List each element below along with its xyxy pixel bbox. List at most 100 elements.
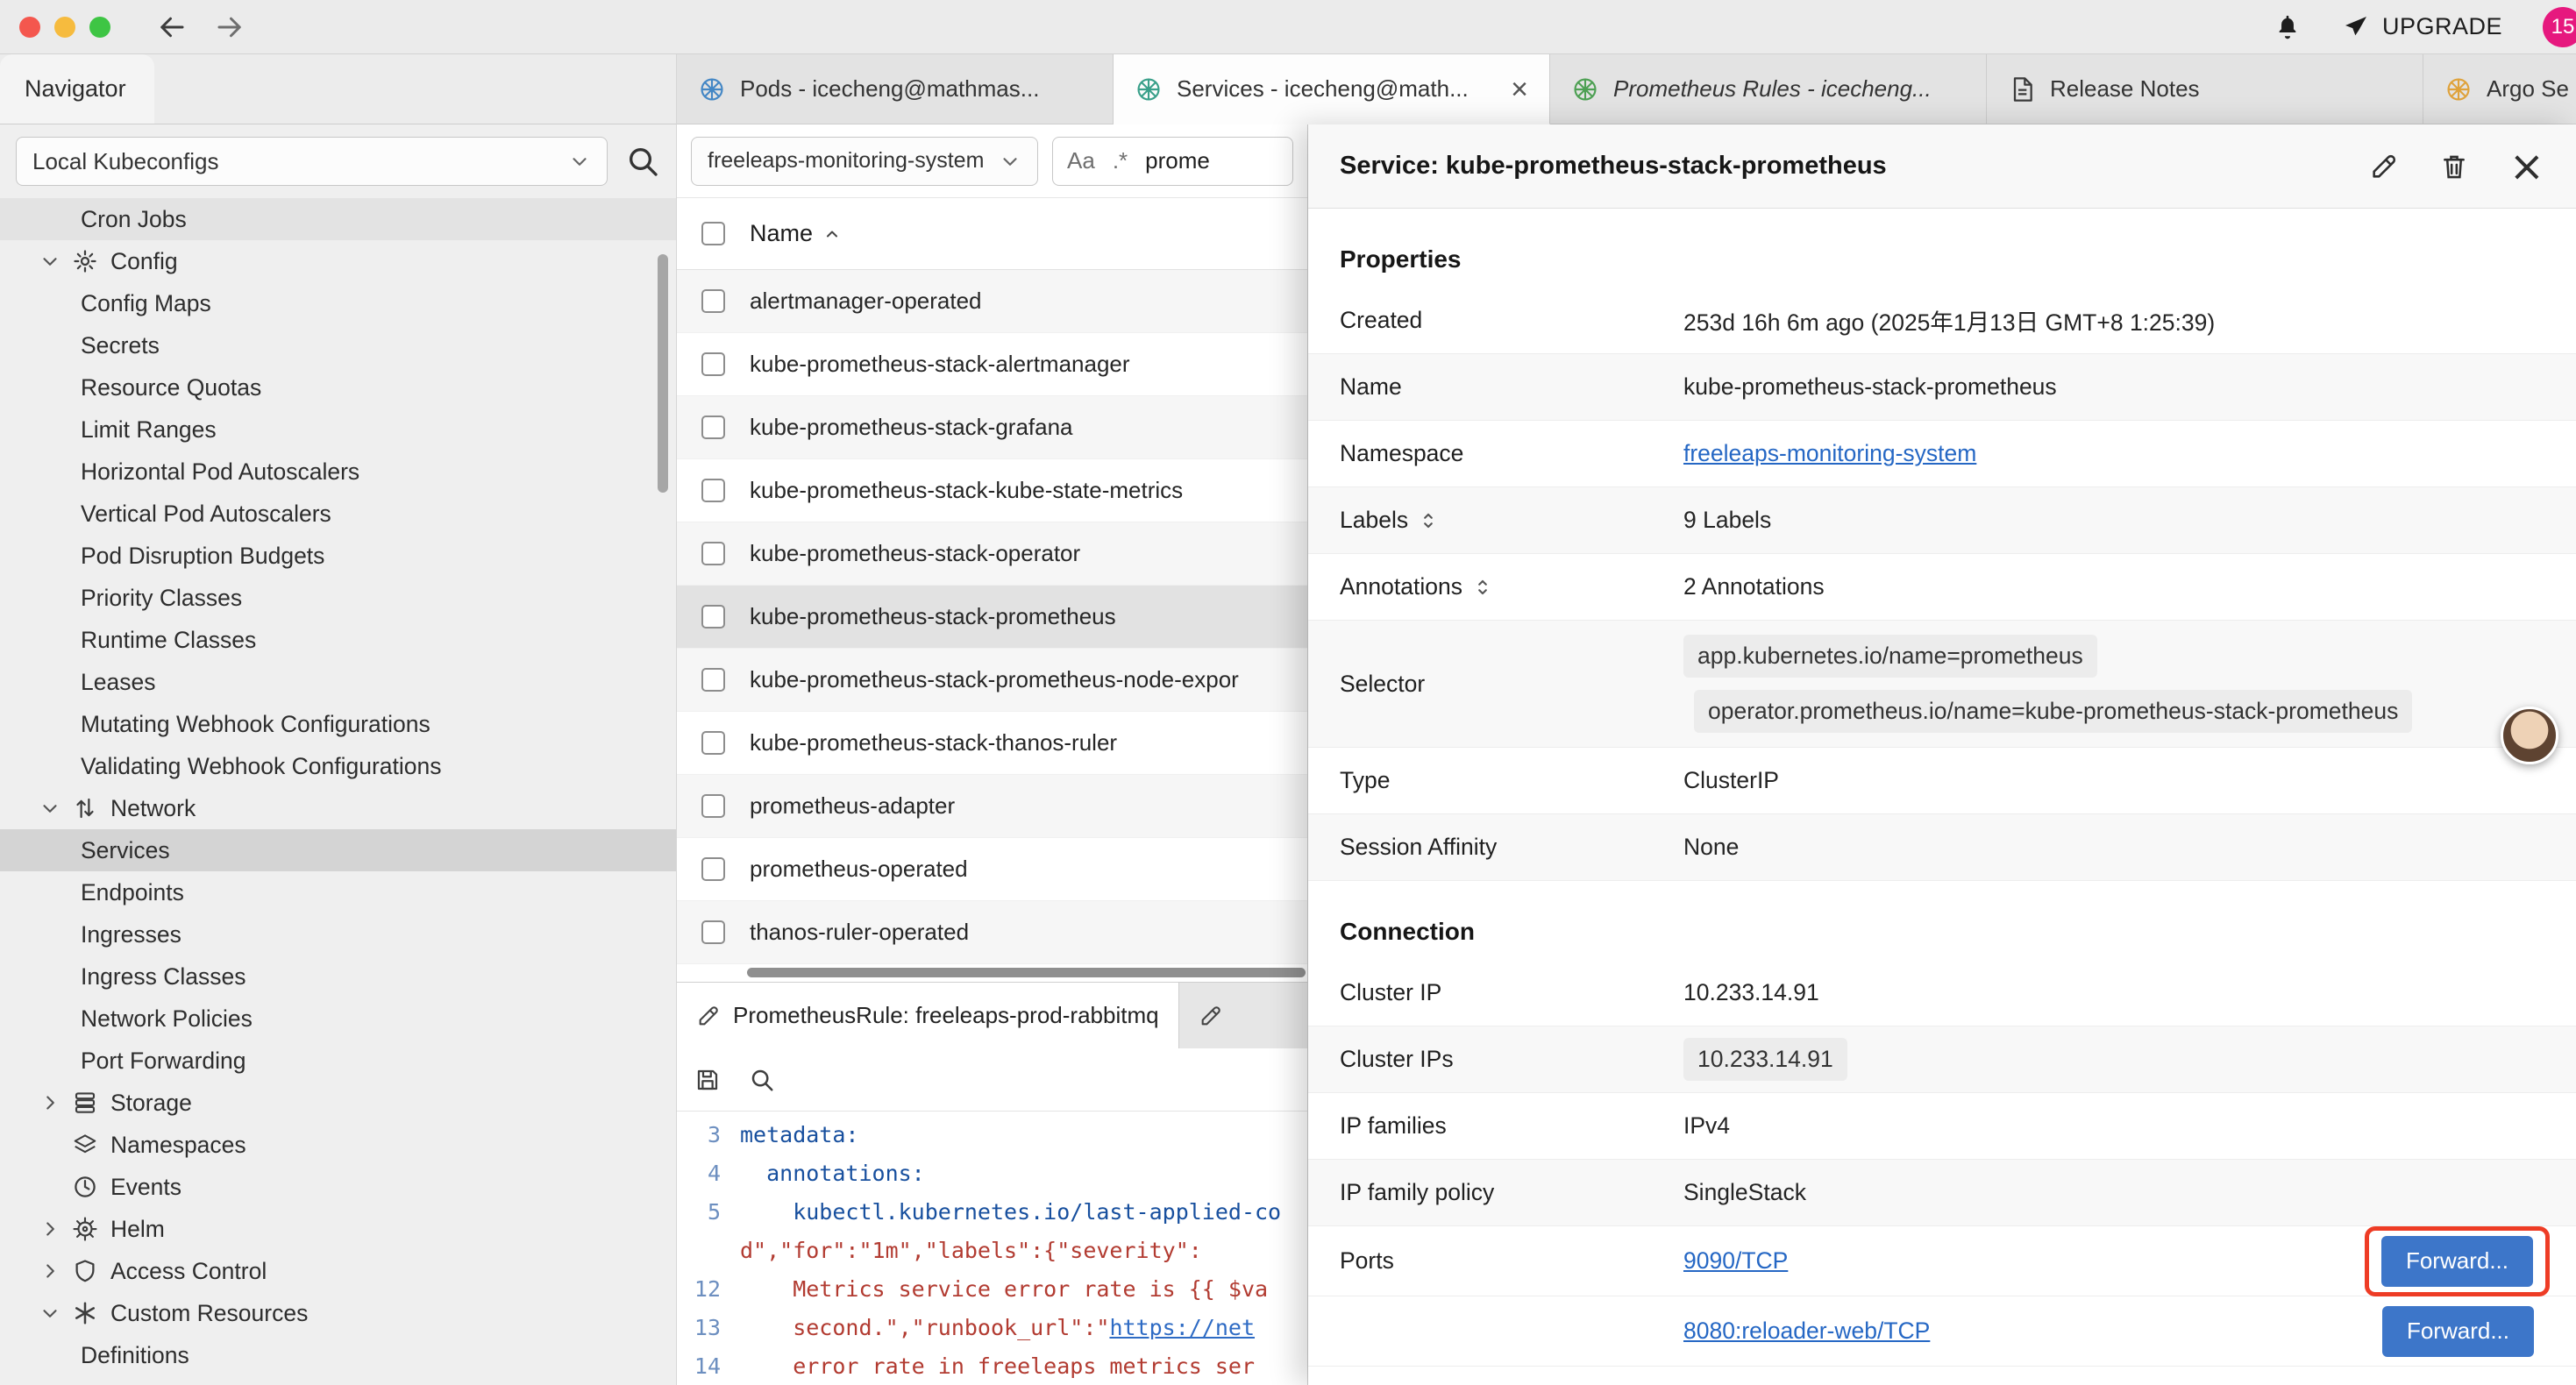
sidebar-item-network-policies[interactable]: Network Policies [0, 998, 676, 1040]
forward-button[interactable]: Forward... [2382, 1306, 2534, 1357]
row-checkbox[interactable] [701, 920, 725, 944]
table-row-alertmanager-operated[interactable]: alertmanager-operated [677, 270, 1307, 333]
forward-button[interactable] [214, 11, 246, 43]
sidebar-item-config[interactable]: Config [0, 240, 676, 282]
sidebar-item-access-control[interactable]: Access Control [0, 1250, 676, 1292]
forward-button[interactable]: Forward... [2381, 1236, 2533, 1287]
search-query-text: prome [1145, 147, 1210, 174]
scrollbar-thumb[interactable] [747, 968, 1306, 977]
delete-button[interactable] [2439, 152, 2469, 181]
sidebar-item-namespaces[interactable]: Namespaces [0, 1124, 676, 1166]
sidebar-item-endpoints[interactable]: Endpoints [0, 871, 676, 913]
port-link[interactable]: 8080:reloader-web/TCP [1683, 1318, 1930, 1345]
sidebar-item-runtime-classes[interactable]: Runtime Classes [0, 619, 676, 661]
sidebar-item-helm[interactable]: Helm [0, 1208, 676, 1250]
zoom-window-button[interactable] [89, 17, 110, 38]
sidebar-item-resource-quotas[interactable]: Resource Quotas [0, 366, 676, 408]
row-checkbox[interactable] [701, 416, 725, 439]
editor-search-button[interactable] [749, 1067, 775, 1093]
regex-toggle[interactable]: .* [1113, 147, 1128, 174]
kubeconfig-select[interactable]: Local Kubeconfigs [16, 137, 608, 186]
match-case-toggle[interactable]: Aa [1067, 147, 1095, 174]
tab-argo-se[interactable]: Argo Se [2423, 54, 2576, 124]
yaml-editor[interactable]: 3metadata:4 annotations:5 kubectl.kubern… [677, 1112, 1307, 1385]
notification-count-badge[interactable]: 15 [2543, 7, 2576, 47]
search-input[interactable]: Aa .* prome [1052, 137, 1293, 186]
back-button[interactable] [156, 11, 188, 43]
upgrade-button[interactable]: UPGRADE [2342, 13, 2502, 41]
select-all-checkbox[interactable] [701, 222, 725, 245]
sidebar-item-ingresses[interactable]: Ingresses [0, 913, 676, 955]
horizontal-scrollbar[interactable] [677, 964, 1307, 982]
tab-prometheus-rules-icecheng[interactable]: Prometheus Rules - icecheng... [1550, 54, 1987, 124]
tab-label: Prometheus Rules - icecheng... [1613, 75, 1965, 103]
sidebar-item-config-maps[interactable]: Config Maps [0, 282, 676, 324]
sidebar-item-validating-webhook-configurations[interactable]: Validating Webhook Configurations [0, 745, 676, 787]
close-window-button[interactable] [19, 17, 40, 38]
property-label: Labels [1340, 507, 1683, 534]
table-row-prometheus-operated[interactable]: prometheus-operated [677, 838, 1307, 901]
table-row-kube-prometheus-stack-kube-state-metrics[interactable]: kube-prometheus-stack-kube-state-metrics [677, 459, 1307, 522]
sidebar-item-limit-ranges[interactable]: Limit Ranges [0, 408, 676, 451]
row-checkbox[interactable] [701, 605, 725, 629]
table-row-kube-prometheus-stack-thanos-ruler[interactable]: kube-prometheus-stack-thanos-ruler [677, 712, 1307, 775]
expand-toggle-icon[interactable] [1417, 509, 1440, 532]
sidebar-item-definitions[interactable]: Definitions [0, 1334, 676, 1376]
row-checkbox[interactable] [701, 289, 725, 313]
sidebar-item-vertical-pod-autoscalers[interactable]: Vertical Pod Autoscalers [0, 493, 676, 535]
sidebar-item-priority-classes[interactable]: Priority Classes [0, 577, 676, 619]
table-row-kube-prometheus-stack-grafana[interactable]: kube-prometheus-stack-grafana [677, 396, 1307, 459]
namespace-link[interactable]: freeleaps-monitoring-system [1683, 440, 1976, 467]
tab-pods-icecheng-mathmas[interactable]: Pods - icecheng@mathmas... [677, 54, 1114, 124]
sidebar-item-storage[interactable]: Storage [0, 1082, 676, 1124]
sidebar-item-secrets[interactable]: Secrets [0, 324, 676, 366]
table-row-kube-prometheus-stack-alertmanager[interactable]: kube-prometheus-stack-alertmanager [677, 333, 1307, 396]
tab-release-notes[interactable]: Release Notes [1987, 54, 2423, 124]
table-row-kube-prometheus-stack-operator[interactable]: kube-prometheus-stack-operator [677, 522, 1307, 586]
tab-services-icecheng-math[interactable]: Services - icecheng@math...× [1114, 54, 1550, 124]
sidebar-item-custom-resources[interactable]: Custom Resources [0, 1292, 676, 1334]
sidebar-item-ingress-classes[interactable]: Ingress Classes [0, 955, 676, 998]
sidebar-item-services[interactable]: Services [0, 829, 676, 871]
sort-ascending-icon[interactable] [822, 224, 843, 245]
sidebar-item-cron-jobs[interactable]: Cron Jobs [0, 198, 676, 240]
table-row-kube-prometheus-stack-prometheus-node-expor[interactable]: kube-prometheus-stack-prometheus-node-ex… [677, 649, 1307, 712]
namespace-select[interactable]: freeleaps-monitoring-system [691, 137, 1038, 186]
drawer-close-button[interactable]: × [2509, 146, 2544, 188]
row-checkbox[interactable] [701, 668, 725, 692]
minimize-window-button[interactable] [54, 17, 75, 38]
row-checkbox[interactable] [701, 794, 725, 818]
property-value: app.kubernetes.io/name=prometheusoperato… [1683, 621, 2534, 747]
row-checkbox[interactable] [701, 731, 725, 755]
notifications-bell-icon[interactable] [2274, 13, 2302, 41]
dock-tab-next[interactable] [1179, 983, 1307, 1048]
save-button[interactable] [694, 1067, 721, 1093]
sidebar-scrollbar[interactable] [658, 254, 668, 493]
expand-toggle-icon[interactable] [1471, 576, 1494, 599]
sidebar-item-mutating-webhook-configurations[interactable]: Mutating Webhook Configurations [0, 703, 676, 745]
user-avatar[interactable] [2501, 707, 2558, 764]
port-link[interactable]: 9090/TCP [1683, 1247, 1788, 1275]
service-name: kube-prometheus-stack-prometheus-node-ex… [750, 666, 1239, 693]
table-row-thanos-ruler-operated[interactable]: thanos-ruler-operated [677, 901, 1307, 964]
row-checkbox[interactable] [701, 352, 725, 376]
sidebar-item-port-forwarding[interactable]: Port Forwarding [0, 1040, 676, 1082]
table-row-kube-prometheus-stack-prometheus[interactable]: kube-prometheus-stack-prometheus [677, 586, 1307, 649]
document-icon [2008, 75, 2036, 103]
name-column-header[interactable]: Name [750, 220, 813, 247]
close-tab-icon[interactable]: × [1511, 75, 1528, 104]
sidebar-item-horizontal-pod-autoscalers[interactable]: Horizontal Pod Autoscalers [0, 451, 676, 493]
row-checkbox[interactable] [701, 479, 725, 502]
sidebar-item-network[interactable]: Network [0, 787, 676, 829]
row-checkbox[interactable] [701, 857, 725, 881]
code-token: kubectl.kubernetes.io/last-applied-co [740, 1199, 1281, 1225]
sidebar-item-events[interactable]: Events [0, 1166, 676, 1208]
sidebar-item-leases[interactable]: Leases [0, 661, 676, 703]
edit-button[interactable] [2369, 152, 2399, 181]
navigator-tab[interactable]: Navigator [0, 54, 154, 124]
sidebar-item-pod-disruption-budgets[interactable]: Pod Disruption Budgets [0, 535, 676, 577]
row-checkbox[interactable] [701, 542, 725, 565]
sidebar-search-icon[interactable] [625, 144, 660, 179]
table-row-prometheus-adapter[interactable]: prometheus-adapter [677, 775, 1307, 838]
dock-tab-prometheusrule[interactable]: PrometheusRule: freeleaps-prod-rabbitmq [677, 983, 1179, 1048]
